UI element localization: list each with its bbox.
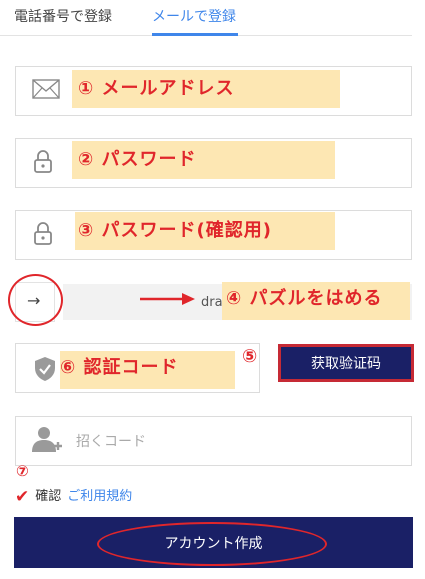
checkmark-icon[interactable]: ✔ — [15, 488, 29, 506]
invite-code-placeholder: 招くコード — [76, 434, 146, 450]
agree-row: ✔ 確認 ご利用規約 — [15, 488, 132, 506]
agree-label: 確認 — [35, 489, 62, 504]
annotation-password: ② パスワード — [78, 149, 197, 170]
annotation-circle-submit — [97, 522, 327, 566]
lock-icon — [32, 149, 54, 177]
invite-code-field[interactable]: 招くコード — [15, 416, 412, 466]
lock-icon — [32, 221, 54, 249]
annotation-puzzle: ④ パズルをはめる — [226, 288, 383, 309]
terms-link[interactable]: ご利用規約 — [67, 488, 132, 506]
get-code-button[interactable]: 获取验证码 — [278, 344, 414, 382]
arrow-right-icon — [140, 293, 195, 305]
annotation-password-confirm: ③ パスワード(確認用) — [78, 220, 272, 241]
envelope-icon — [32, 79, 60, 103]
annotation-email: ① メールアドレス — [78, 78, 235, 99]
tab-phone-registration[interactable]: 電話番号で登録 — [14, 8, 112, 26]
shield-check-icon — [34, 356, 56, 386]
annotation-agree: ⑦ — [16, 462, 30, 480]
tab-email-registration[interactable]: メールで登録 — [152, 8, 236, 26]
active-tab-indicator — [152, 33, 238, 36]
annotation-circle-handle — [8, 274, 63, 326]
annotation-code: ⑥ 認証コード — [60, 357, 179, 378]
add-user-icon — [32, 426, 64, 456]
annotation-code-button: ⑤ — [242, 346, 259, 367]
registration-tabs: 電話番号で登録 メールで登録 — [0, 0, 412, 36]
